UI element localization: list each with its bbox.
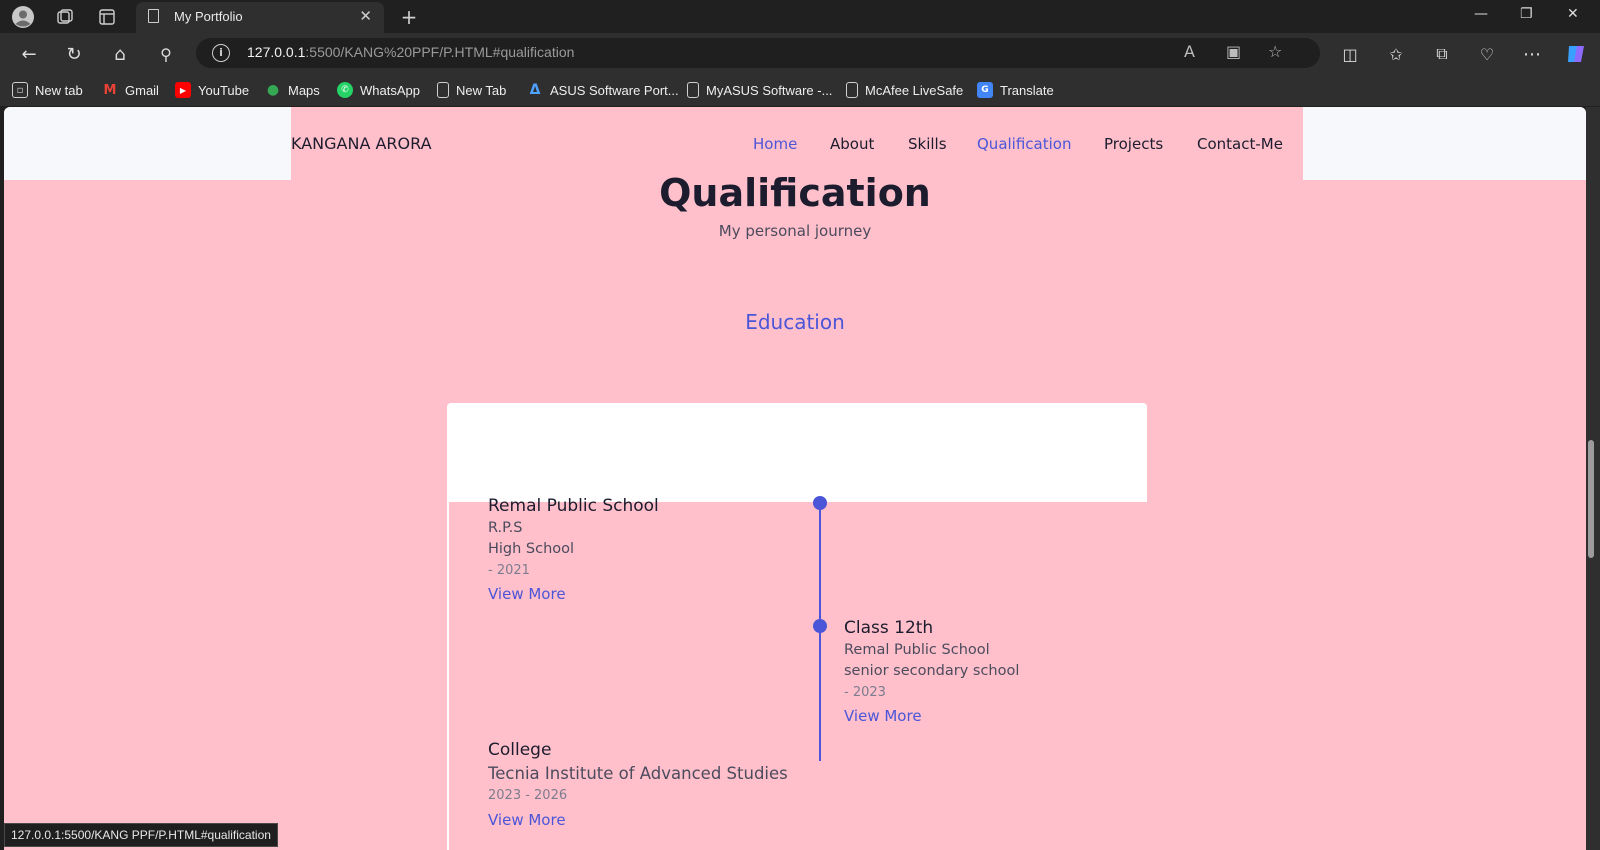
nav-contact-me[interactable]: Contact-Me <box>1197 135 1283 153</box>
status-bar-url: 127.0.0.1:5500/KANG PPF/P.HTML#qualifica… <box>4 823 278 847</box>
qualification-subtitle: senior secondary school <box>844 663 1020 679</box>
page-icon <box>687 82 699 98</box>
bookmark-new-tab[interactable]: ▫ New tab <box>12 80 83 100</box>
bookmark-myasus-software[interactable]: MyASUS Software -... <box>687 80 832 100</box>
qualification-subtitle: Tecnia Institute of Advanced Studies <box>488 764 788 783</box>
tab-title: My Portfolio <box>174 9 243 24</box>
read-aloud-icon[interactable]: A <box>1184 42 1195 61</box>
qualification-date: 2023 - 2026 <box>488 788 568 803</box>
favorites-icon[interactable]: ✩ <box>1384 42 1408 66</box>
copilot-icon[interactable] <box>1564 42 1588 66</box>
tab-education[interactable]: Education <box>4 310 1586 334</box>
search-icon[interactable]: ⚲ <box>154 42 178 66</box>
bookmark-maps[interactable]: ● Maps <box>265 80 320 100</box>
section-title: Qualification <box>659 171 931 215</box>
qualification-subtitle: High School <box>488 541 575 557</box>
qualification-date: - 2021 <box>488 563 530 578</box>
address-toolbar: ← ↻ ⌂ ⚲ i 127.0.0.1:5500/KANG%20PPF/P.HT… <box>0 33 1600 73</box>
collections-icon[interactable]: ⧉ <box>1430 42 1454 66</box>
bookmarks-bar: ▫ New tab M Gmail ▶ YouTube ● Maps ✆ WhatsApp… <box>0 73 1600 106</box>
new-tab-plus-icon[interactable]: + <box>398 5 420 29</box>
immersive-reader-icon[interactable]: ▣ <box>1226 42 1241 61</box>
qualification-title: College <box>488 740 552 760</box>
restore-icon[interactable]: ❐ <box>1520 6 1533 22</box>
qualification-subtitle: Remal Public School <box>844 642 990 658</box>
back-icon[interactable]: ← <box>17 42 41 66</box>
bookmark-gmail[interactable]: M Gmail <box>102 80 159 100</box>
timeline-dot <box>813 496 827 510</box>
bookmark-asus-software-portal[interactable]: Δ ASUS Software Port... <box>527 80 679 100</box>
bookmark-new-tab-page[interactable]: New Tab <box>437 80 506 100</box>
gmail-icon: M <box>103 82 117 98</box>
workspaces-icon[interactable] <box>54 6 76 28</box>
bookmark-translate[interactable]: G Translate <box>977 80 1054 100</box>
qualification-title: Class 12th <box>844 618 934 638</box>
page-icon <box>437 82 449 98</box>
close-tab-icon[interactable]: ✕ <box>359 7 372 25</box>
nav-skills[interactable]: Skills <box>908 135 947 153</box>
view-more-link[interactable]: View More <box>488 811 566 829</box>
bookmark-mcafee-livesafe[interactable]: McAfee LiveSafe <box>846 80 963 100</box>
scrollbar-thumb[interactable] <box>1588 440 1594 558</box>
address-bar[interactable]: i 127.0.0.1:5500/KANG%20PPF/P.HTML#quali… <box>196 38 1320 68</box>
whatsapp-icon: ✆ <box>337 82 353 98</box>
browser-essentials-icon[interactable]: ♡ <box>1475 42 1499 66</box>
view-more-link[interactable]: View More <box>844 707 922 725</box>
qualification-title: Remal Public School <box>488 496 659 516</box>
page-icon <box>148 9 159 23</box>
page-viewport: KANGANA ARORA Home About Skills Qualific… <box>4 107 1586 850</box>
site-header: KANGANA ARORA Home About Skills Qualific… <box>4 107 1586 180</box>
timeline-dot <box>813 619 827 633</box>
section-subtitle: My personal journey <box>718 222 872 240</box>
asus-icon: Δ <box>529 82 541 98</box>
nav-home[interactable]: Home <box>753 135 797 153</box>
site-logo[interactable]: KANGANA ARORA <box>291 134 432 153</box>
tab-my-portfolio[interactable]: My Portfolio ✕ <box>136 2 384 33</box>
view-more-link[interactable]: View More <box>488 585 566 603</box>
refresh-icon[interactable]: ↻ <box>62 42 86 66</box>
url-text[interactable]: 127.0.0.1:5500/KANG%20PPF/P.HTML#qualifi… <box>247 44 574 60</box>
close-window-icon[interactable]: ✕ <box>1567 6 1579 22</box>
page-icon <box>846 82 858 98</box>
maps-icon: ● <box>266 82 280 98</box>
tab-bar: My Portfolio ✕ + — ❐ ✕ <box>0 0 1600 33</box>
profile-avatar-icon[interactable] <box>12 6 34 28</box>
tab-actions-icon[interactable] <box>96 6 118 28</box>
minimize-icon[interactable]: — <box>1474 6 1488 22</box>
favorite-star-icon[interactable]: ☆ <box>1268 42 1282 61</box>
nav-about[interactable]: About <box>830 135 874 153</box>
youtube-icon: ▶ <box>175 82 191 98</box>
qualification-date: - 2023 <box>844 685 886 700</box>
nav-projects[interactable]: Projects <box>1104 135 1163 153</box>
home-icon[interactable]: ⌂ <box>108 42 132 66</box>
settings-more-icon[interactable]: ⋯ <box>1520 42 1544 66</box>
site-header-inner: KANGANA ARORA Home About Skills Qualific… <box>291 107 1303 180</box>
new-tab-icon: ▫ <box>12 82 28 98</box>
nav-qualification[interactable]: Qualification <box>977 135 1071 153</box>
split-screen-icon[interactable]: ◫ <box>1338 42 1362 66</box>
translate-icon: G <box>977 82 993 98</box>
bookmark-whatsapp[interactable]: ✆ WhatsApp <box>337 80 420 100</box>
bookmark-youtube[interactable]: ▶ YouTube <box>175 80 249 100</box>
qualification-subtitle: R.P.S <box>488 520 523 536</box>
site-info-icon[interactable]: i <box>212 44 230 62</box>
